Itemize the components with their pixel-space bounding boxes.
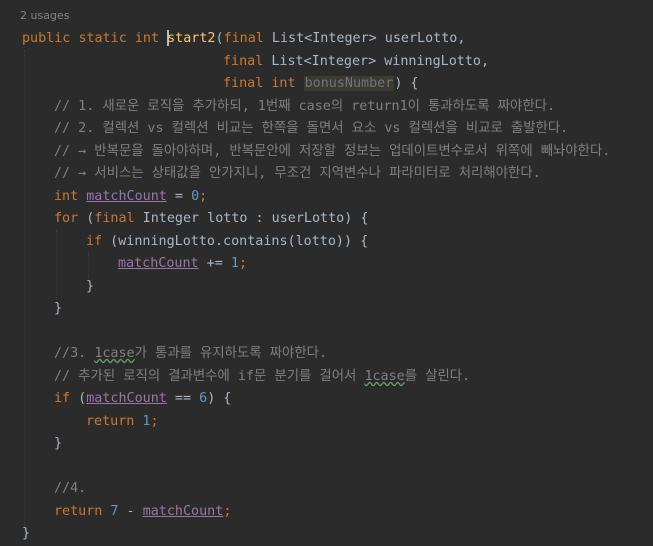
indent-guide — [24, 50, 25, 530]
param-user-lotto: List<Integer> userLotto, — [263, 31, 466, 46]
keyword: final — [223, 54, 264, 69]
code-line-for[interactable]: for (final Integer lotto : userLotto) { — [54, 208, 368, 230]
semicolon: ; — [150, 414, 159, 429]
comment-line[interactable]: // 2. 컬렉션 vs 컬렉션 비교는 한쪽을 돌면서 요소 vs 컬렉션을 … — [54, 118, 568, 140]
closing-brace[interactable]: } — [54, 298, 62, 320]
operator: == — [166, 391, 200, 406]
semicolon: ; — [223, 504, 232, 519]
number-literal: 1 — [134, 414, 151, 429]
paren: ( — [78, 211, 95, 226]
paren: ( — [70, 391, 87, 406]
paren: ( — [215, 31, 224, 46]
keyword: int — [271, 76, 296, 91]
code-line-signature-2[interactable]: final List<Integer> winningLotto, — [223, 51, 489, 73]
comment-text: 가 통과를 유지하도록 짜야한다. — [134, 346, 328, 361]
closing-brace[interactable]: } — [22, 523, 30, 545]
comment-text: 를 살린다. — [404, 369, 471, 384]
keyword: final — [94, 211, 135, 226]
code-line-if-contains[interactable]: if (winningLotto.contains(lotto)) { — [86, 231, 368, 253]
code-line-if-six[interactable]: if (matchCount == 6) { — [54, 388, 231, 410]
code-editor[interactable]: 2 usages public static int start2(final … — [0, 0, 653, 546]
if-condition: (winningLotto.contains(lotto)) { — [102, 234, 369, 249]
for-header: Integer lotto : userLotto) { — [134, 211, 369, 226]
keyword: int — [54, 189, 79, 204]
var-match-count[interactable]: matchCount — [118, 256, 199, 271]
indent-guide — [56, 230, 57, 300]
comment-line[interactable]: // → 서비스는 상태값을 안가지니, 무조건 지역변수나 파라미터로 처리해… — [54, 163, 541, 185]
var-match-count[interactable]: matchCount — [143, 504, 224, 519]
closing-brace[interactable]: } — [54, 433, 62, 455]
indent-guide — [88, 252, 89, 278]
method-name[interactable]: start2 — [167, 31, 215, 46]
semicolon: ; — [238, 256, 247, 271]
code-line-signature-1[interactable]: public static int start2(final List<Inte… — [22, 28, 465, 50]
keyword: if — [54, 391, 71, 406]
comment-line[interactable]: // 추가된 로직의 결과변수에 if문 분기를 걸어서 1case를 살린다. — [54, 366, 470, 388]
usages-hint[interactable]: 2 usages — [20, 9, 69, 22]
keyword: return — [86, 414, 135, 429]
code-line-increment[interactable]: matchCount += 1; — [118, 253, 247, 275]
paren-brace: ) { — [207, 391, 232, 406]
keyword: static — [78, 31, 127, 46]
number-literal: 0 — [191, 189, 200, 204]
paren-brace: ) { — [394, 76, 419, 91]
operator: - — [118, 504, 143, 519]
code-line-return-final[interactable]: return 7 - matchCount; — [54, 501, 231, 523]
code-line-return-one[interactable]: return 1; — [86, 411, 159, 433]
keyword: public — [22, 31, 71, 46]
code-line-signature-3[interactable]: final int bonusNumber) { — [223, 73, 419, 95]
keyword: return — [54, 504, 103, 519]
semicolon: ; — [199, 189, 208, 204]
keyword: if — [86, 234, 103, 249]
number-literal: 7 — [102, 504, 119, 519]
unused-param-bonus-number[interactable]: bonusNumber — [303, 76, 395, 91]
comment-text: //3. — [54, 346, 95, 361]
number-literal: 6 — [199, 391, 208, 406]
comment-line[interactable]: //4. — [54, 478, 86, 500]
typo-word[interactable]: 1case — [94, 346, 134, 361]
keyword: for — [54, 211, 79, 226]
var-match-count[interactable]: matchCount — [86, 391, 167, 406]
comment-line[interactable]: //3. 1case가 통과를 유지하도록 짜야한다. — [54, 343, 327, 365]
keyword: final — [223, 76, 264, 91]
number-literal: 1 — [230, 256, 239, 271]
keyword: int — [134, 31, 160, 46]
comment-line[interactable]: // 1. 새로운 로직을 추가하되, 1번째 case의 return1이 통… — [54, 96, 555, 118]
comment-text: // 추가된 로직의 결과변수에 if문 분기를 걸어서 — [54, 369, 365, 384]
param-winning-lotto: List<Integer> winningLotto, — [263, 54, 490, 69]
operator: += — [198, 256, 231, 271]
closing-brace[interactable]: } — [86, 276, 94, 298]
comment-line[interactable]: // → 반복문을 돌아야하며, 반복문안에 저장할 정보는 업데이트변수로서 … — [54, 141, 610, 163]
var-match-count[interactable]: matchCount — [86, 189, 167, 204]
operator: = — [166, 189, 192, 204]
keyword: final — [223, 31, 264, 46]
code-line-decl[interactable]: int matchCount = 0; — [54, 186, 207, 208]
typo-word[interactable]: 1case — [364, 369, 404, 384]
